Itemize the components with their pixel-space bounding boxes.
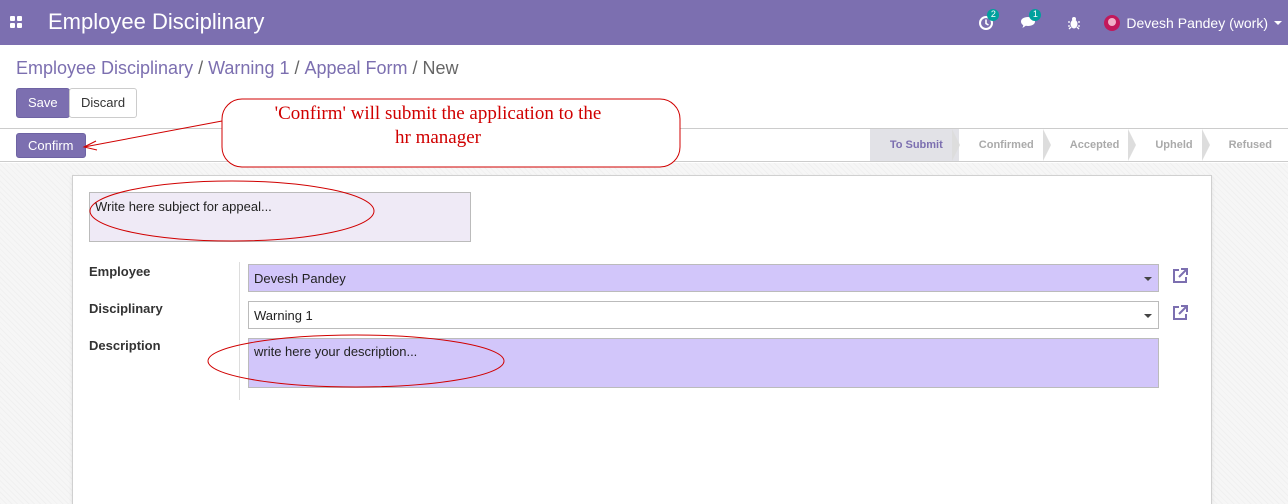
label-divider <box>239 262 240 400</box>
status-stages: To Submit Confirmed Accepted Upheld Refu… <box>869 129 1288 161</box>
dropdown-caret-icon[interactable] <box>1144 314 1152 318</box>
external-link-icon[interactable] <box>1170 303 1190 323</box>
chevron-down-icon <box>1274 20 1282 25</box>
apps-menu-icon[interactable] <box>10 16 22 28</box>
stage-upheld[interactable]: Upheld <box>1135 129 1210 161</box>
activity-badge: 2 <box>987 8 1000 21</box>
discard-button[interactable]: Discard <box>69 88 138 118</box>
employee-label: Employee <box>89 264 151 279</box>
messages-badge: 1 <box>1029 8 1042 21</box>
navbar-systray: 2 1 Devesh Pandey (work) <box>976 0 1288 45</box>
breadcrumb-separator: / <box>412 58 418 78</box>
top-navbar: Employee Disciplinary 2 1 Devesh Pandey … <box>0 0 1288 45</box>
disciplinary-select[interactable]: Warning 1 <box>248 301 1159 329</box>
stage-refused[interactable]: Refused <box>1209 129 1288 161</box>
employee-select[interactable]: Devesh Pandey <box>248 264 1159 292</box>
stage-to-submit[interactable]: To Submit <box>869 129 960 161</box>
debug-bug-icon[interactable] <box>1064 13 1084 33</box>
dropdown-caret-icon[interactable] <box>1144 277 1152 281</box>
breadcrumb-current: New <box>422 58 459 78</box>
annotation-line-1: 'Confirm' will submit the application to… <box>274 103 602 124</box>
breadcrumb: Employee Disciplinary / Warning 1/Appeal F… <box>16 58 459 79</box>
messages-icon[interactable]: 1 <box>1018 8 1042 33</box>
breadcrumb-item-employee-disciplinary[interactable]: Employee Disciplinary <box>16 58 193 78</box>
app-title[interactable]: Employee Disciplinary <box>48 9 264 35</box>
description-label: Description <box>89 338 161 353</box>
annotation-line-2: hr manager <box>395 127 481 148</box>
disciplinary-label: Disciplinary <box>89 301 163 316</box>
activity-clock-icon[interactable]: 2 <box>976 8 1000 33</box>
confirm-button[interactable]: Confirm <box>16 133 86 158</box>
subject-input[interactable]: Write here subject for appeal... <box>89 192 471 242</box>
annotation-text: 'Confirm' will submit the application to… <box>228 102 648 150</box>
disciplinary-value: Warning 1 <box>254 308 313 323</box>
user-name: Devesh Pandey (work) <box>1126 14 1268 31</box>
breadcrumb-item-appeal-form[interactable]: Appeal Form <box>304 58 407 78</box>
avatar <box>1104 14 1121 31</box>
employee-value: Devesh Pandey <box>254 271 346 286</box>
user-menu[interactable]: Devesh Pandey (work) <box>1104 14 1282 31</box>
stage-accepted[interactable]: Accepted <box>1050 129 1136 161</box>
stage-confirmed[interactable]: Confirmed <box>959 129 1051 161</box>
save-button[interactable]: Save <box>16 88 70 118</box>
external-link-icon[interactable] <box>1170 266 1190 286</box>
breadcrumb-item-warning[interactable]: Warning 1 <box>208 58 289 78</box>
description-textarea[interactable]: write here your description... <box>248 338 1159 388</box>
breadcrumb-separator: / <box>294 58 300 78</box>
breadcrumb-separator: / <box>198 58 204 78</box>
